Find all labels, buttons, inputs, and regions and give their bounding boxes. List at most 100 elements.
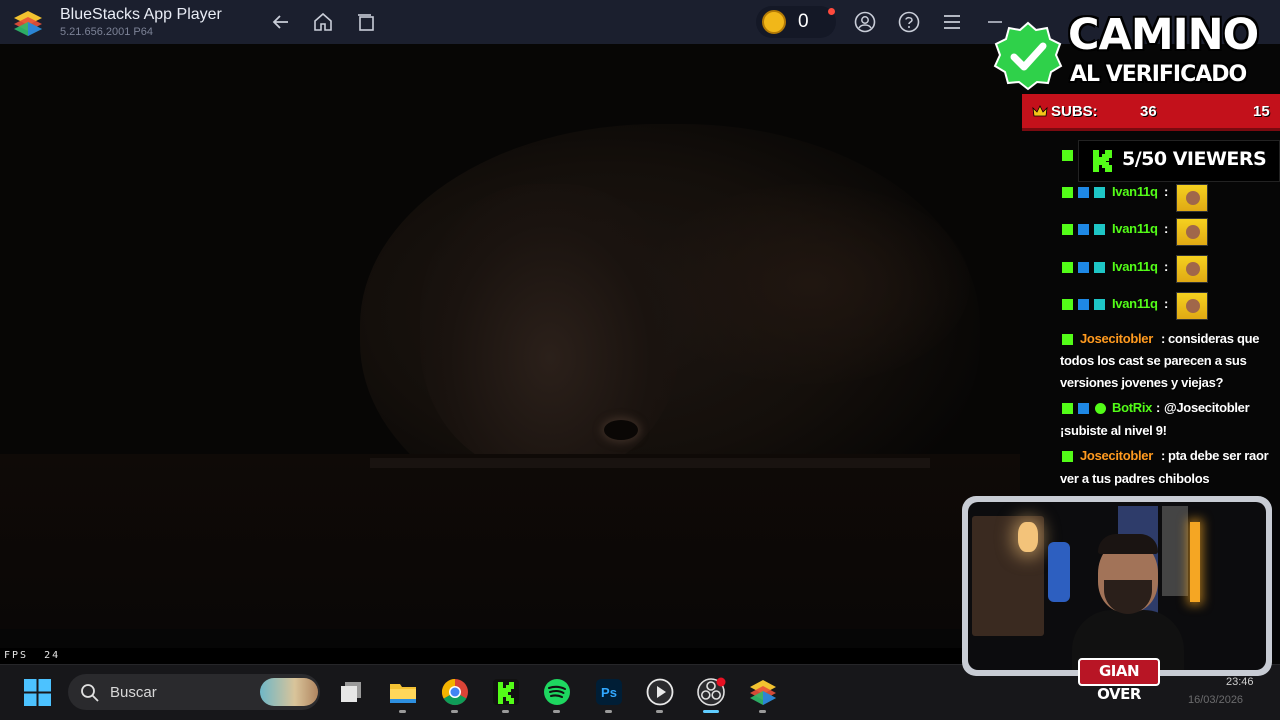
chat-emote — [1176, 218, 1208, 246]
back-icon[interactable] — [270, 11, 292, 33]
photoshop-icon[interactable]: Ps — [594, 677, 624, 707]
account-icon[interactable] — [854, 11, 876, 33]
windows-start-icon[interactable] — [24, 679, 51, 706]
chat-text: ver a tus padres chibolos — [1060, 471, 1210, 486]
chat-username[interactable]: Josecitobler — [1080, 331, 1153, 346]
fps-strip — [0, 648, 1020, 664]
verified-bot-icon — [1095, 403, 1106, 414]
chat-separator: : — [1164, 296, 1169, 311]
webcam-lights — [1190, 522, 1200, 602]
recent-apps-icon[interactable] — [355, 11, 377, 33]
chat-separator: : — [1164, 184, 1169, 199]
emote-face — [1186, 262, 1200, 276]
webcam-lamp — [1018, 522, 1038, 552]
spotify-icon[interactable] — [542, 677, 572, 707]
subs-goal: 15 — [1253, 103, 1270, 120]
chat-emote — [1176, 292, 1208, 320]
app-running-indicator — [451, 710, 458, 713]
subscriber-badge-icon — [1094, 299, 1105, 310]
file-explorer-icon[interactable] — [388, 677, 418, 707]
kick-badge-icon — [1062, 262, 1073, 273]
kick-badge-icon — [1062, 150, 1073, 161]
kick-badge-icon — [1062, 334, 1073, 345]
chat-emote — [1176, 184, 1208, 212]
kick-badge-icon — [1062, 451, 1073, 462]
chat-message: Ivan11q : — [1060, 221, 1280, 245]
fps-label: FPS — [4, 650, 29, 661]
fps-value: 24 — [44, 650, 61, 661]
chat-message: Ivan11q : — [1060, 184, 1280, 208]
coin-count: 0 — [798, 11, 809, 32]
app-running-indicator — [656, 710, 663, 713]
media-player-icon[interactable] — [645, 677, 675, 707]
chat-username[interactable]: Ivan11q — [1112, 221, 1158, 236]
chat-text: @Josecitobler — [1164, 400, 1250, 415]
scene-floor — [0, 454, 1020, 629]
moderator-badge-icon — [1078, 262, 1089, 273]
chat-username[interactable]: BotRix — [1112, 400, 1152, 415]
chat-text: todos los cast se parecen a sus — [1060, 353, 1247, 368]
help-icon[interactable] — [898, 11, 920, 33]
webcam-banner — [1162, 506, 1188, 596]
moderator-badge-icon — [1078, 299, 1089, 310]
overlay-title-line1: CAMINO — [1068, 10, 1259, 60]
taskbar-clock-date[interactable]: 16/03/2026 — [1188, 694, 1243, 706]
chat-kick-marker — [1060, 147, 1280, 171]
app-running-indicator — [399, 710, 406, 713]
app-running-indicator — [605, 710, 612, 713]
emote-face — [1186, 299, 1200, 313]
coin-counter[interactable]: 0 — [756, 6, 836, 38]
chat-username[interactable]: Ivan11q — [1112, 259, 1158, 274]
bluestacks-taskbar-icon[interactable] — [748, 677, 778, 707]
chat-text: pta debe ser raor — [1168, 448, 1269, 463]
svg-text:Ps: Ps — [601, 685, 617, 700]
chat-separator: : — [1164, 259, 1169, 274]
fps-counter: FPS 24 — [4, 650, 60, 661]
task-view-icon[interactable] — [337, 677, 367, 707]
chat-separator: : — [1161, 331, 1166, 346]
taskbar-clock-time[interactable]: 23:46 — [1226, 676, 1254, 688]
chat-text: ¡subiste al nivel 9! — [1060, 423, 1167, 438]
kick-badge-icon — [1062, 224, 1073, 235]
emote-face — [1186, 191, 1200, 205]
subs-count: 36 — [1140, 103, 1157, 120]
chat-username[interactable]: Ivan11q — [1112, 184, 1158, 199]
window-title: BlueStacks App Player — [60, 6, 222, 23]
app-active-indicator — [703, 710, 719, 713]
app-running-indicator — [759, 710, 766, 713]
app-version: 5.21.656.2001 P64 — [60, 26, 153, 38]
home-icon[interactable] — [312, 11, 334, 33]
subscriber-badge-icon — [1094, 224, 1105, 235]
chat-separator: : — [1156, 400, 1161, 415]
moderator-badge-icon — [1078, 187, 1089, 198]
webcam-feed — [968, 502, 1266, 670]
menu-icon[interactable] — [941, 11, 963, 33]
subs-label: SUBS: — [1051, 103, 1098, 120]
subscriber-badge-icon — [1094, 187, 1105, 198]
overlay-title-line2: AL VERIFICADO — [1070, 62, 1247, 87]
chat-emote — [1176, 255, 1208, 283]
chat-message: Ivan11q : — [1060, 296, 1280, 320]
kick-badge-icon — [1062, 187, 1073, 198]
kick-icon[interactable] — [491, 677, 521, 707]
streamer-name-tag: GIAN OVER — [1078, 658, 1160, 703]
streamer-hair — [1098, 534, 1158, 554]
obs-studio-icon[interactable] — [696, 677, 726, 707]
moderator-badge-icon — [1078, 224, 1089, 235]
app-running-indicator — [502, 710, 509, 713]
chat-username[interactable]: Josecitobler — [1080, 448, 1153, 463]
webcam-figurine — [1048, 542, 1070, 602]
chat-text: versiones jovenes y viejas? — [1060, 375, 1224, 390]
chat-text: consideras que — [1168, 331, 1260, 346]
character-face — [420, 184, 680, 474]
kick-badge-icon — [1062, 403, 1073, 414]
screen: BlueStacks App Player 5.21.656.2001 P64 … — [0, 0, 1280, 720]
moderator-badge-icon — [1078, 403, 1089, 414]
bluestacks-logo-icon — [14, 11, 42, 36]
chrome-icon[interactable] — [440, 677, 470, 707]
search-placeholder[interactable]: Buscar — [110, 684, 157, 701]
game-view[interactable] — [0, 44, 1020, 629]
crown-icon — [1032, 105, 1048, 117]
search-icon — [81, 684, 99, 702]
chat-username[interactable]: Ivan11q — [1112, 296, 1158, 311]
